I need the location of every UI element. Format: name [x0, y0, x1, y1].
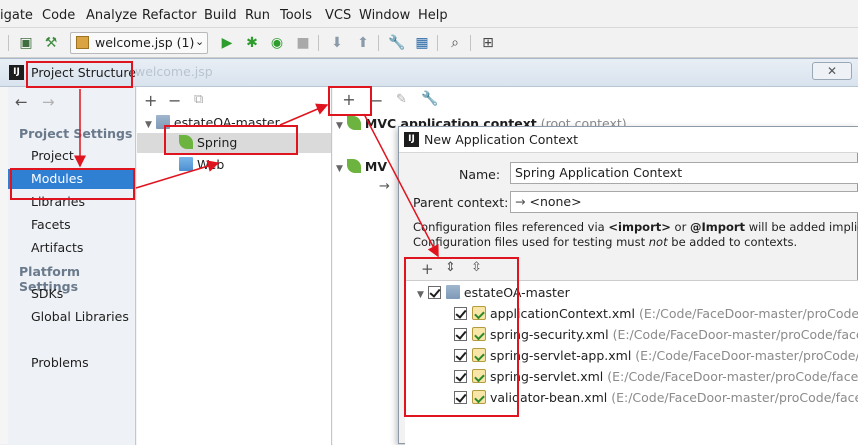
annotation-arrow [279, 103, 329, 126]
annotation-arrows [74, 89, 439, 258]
annotation-arrow [363, 113, 439, 258]
annotation-arrow [135, 160, 220, 189]
